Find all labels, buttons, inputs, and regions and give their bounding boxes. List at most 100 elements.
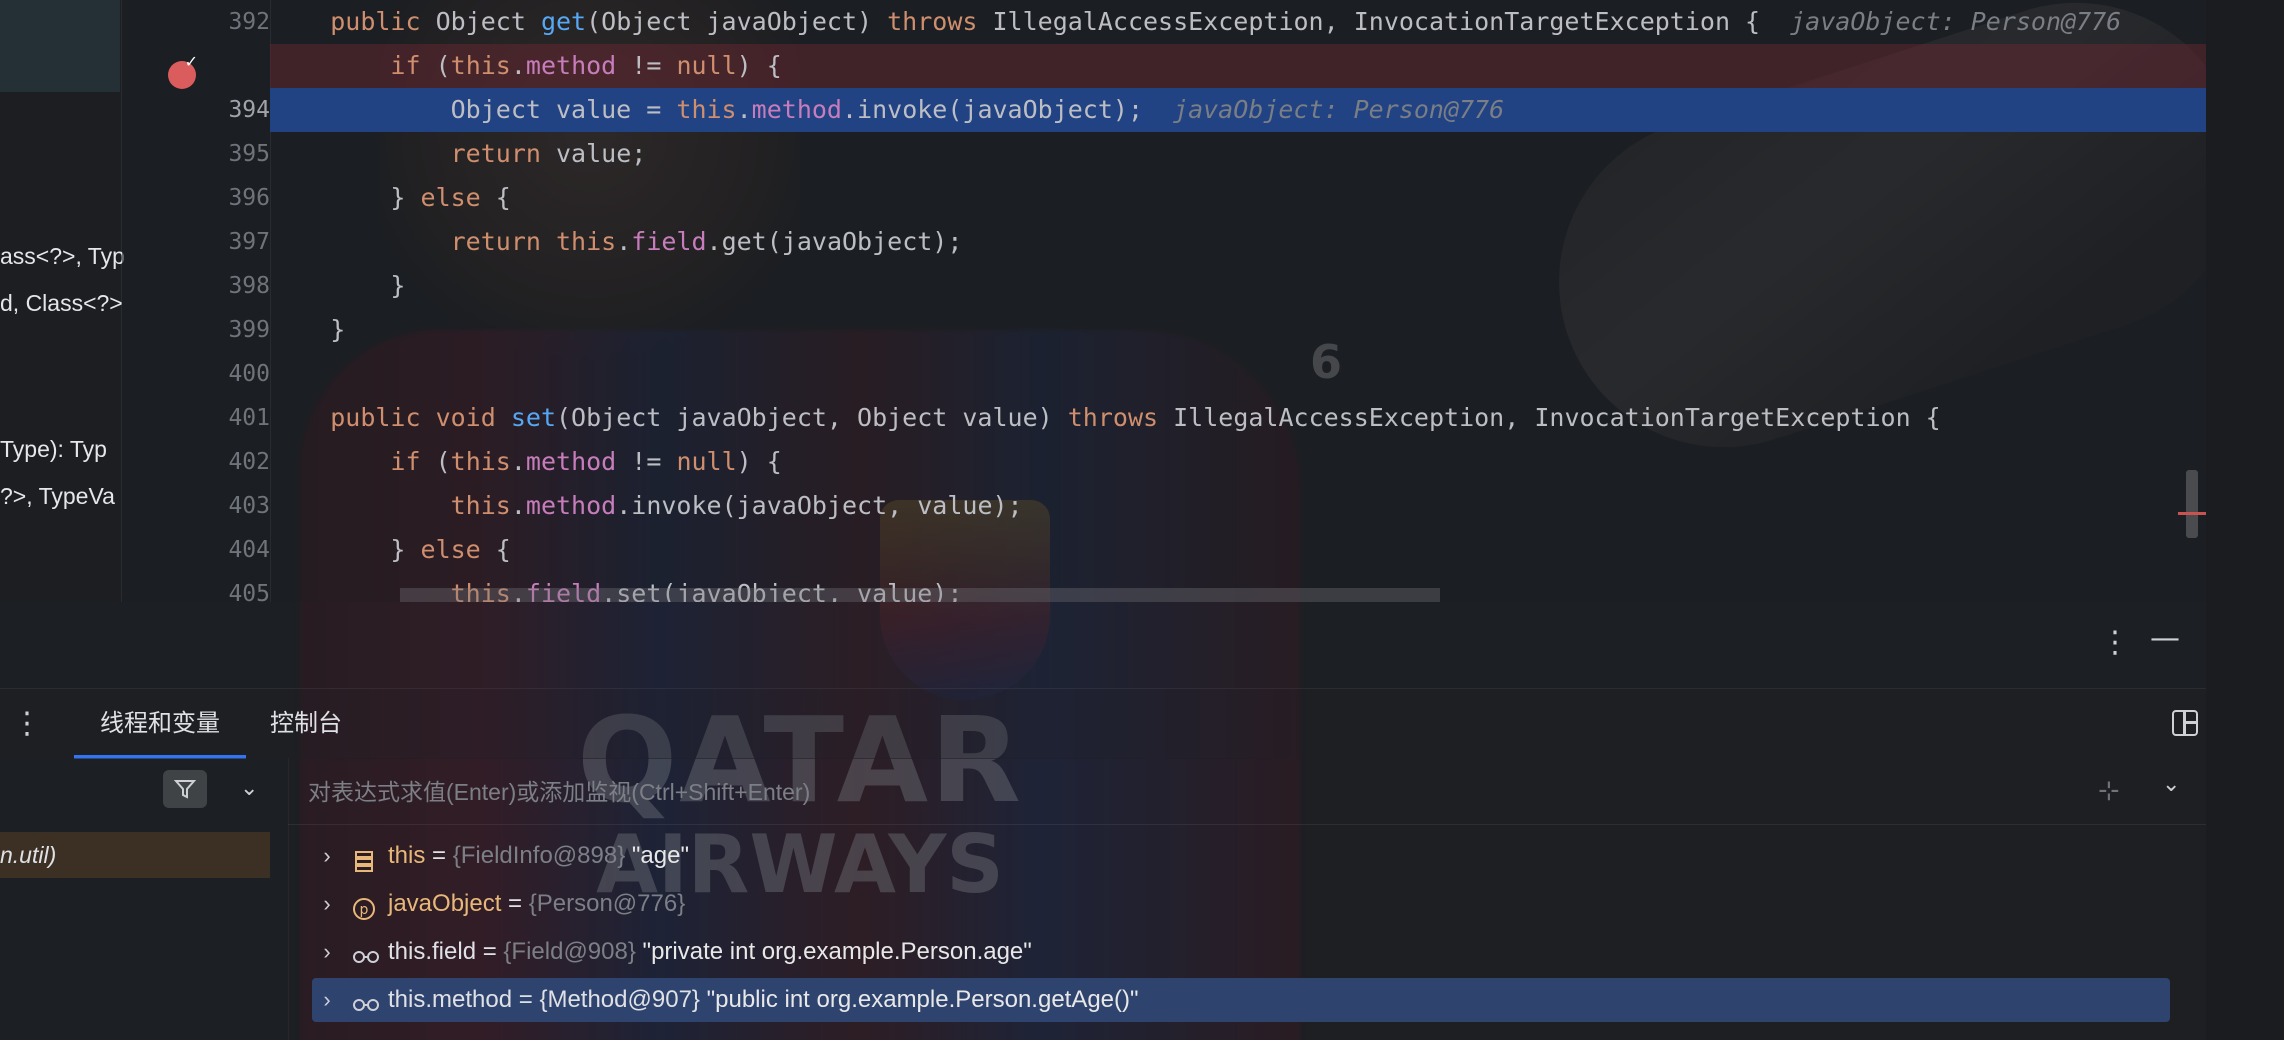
code-token: this xyxy=(555,227,617,256)
code-token: ) { xyxy=(736,447,782,476)
line-number[interactable]: 394 xyxy=(180,88,270,132)
line-number[interactable]: 401 xyxy=(180,396,270,440)
code-token: method xyxy=(751,95,842,124)
code-line[interactable]: } else { xyxy=(270,176,2206,220)
line-number[interactable]: 392 xyxy=(180,0,270,44)
code-token: . xyxy=(510,51,526,80)
code-editor[interactable]: 392 394 395 396 397 398 399 400 401 402 403 404 405 … xyxy=(122,0,2206,602)
expand-chevron-icon[interactable]: › xyxy=(312,978,342,1022)
evaluate-expression-input[interactable] xyxy=(306,770,2070,814)
code-token: ( xyxy=(435,51,451,80)
code-token: (Object javaObject) xyxy=(586,7,888,36)
watch-glasses-icon xyxy=(352,940,379,964)
code-token: get xyxy=(540,7,587,36)
variable-row[interactable]: › p javaObject = {Person@776} xyxy=(312,882,2170,926)
line-number[interactable]: 397 xyxy=(180,220,270,264)
code-line[interactable]: if (this.method != null) { xyxy=(270,440,2206,484)
line-number[interactable]: 405 xyxy=(180,572,270,602)
code-token: throws xyxy=(1067,403,1174,432)
code-line[interactable]: this.method.invoke(javaObject, value); xyxy=(270,484,2206,528)
line-number[interactable]: 398 xyxy=(180,264,270,308)
chevron-down-icon[interactable]: ⌄ xyxy=(2162,772,2180,797)
code-token: throws xyxy=(887,7,993,36)
line-number[interactable]: 395 xyxy=(180,132,270,176)
code-line[interactable]: if (this.method != null) { xyxy=(270,44,2206,88)
structure-item[interactable]: Type): Typ xyxy=(0,436,107,463)
code-token: field xyxy=(631,227,707,256)
structure-item[interactable]: d, Class<?> xyxy=(0,290,123,317)
add-watch-icon[interactable]: ⊹ xyxy=(2098,776,2120,806)
filter-icon xyxy=(173,780,197,799)
code-line[interactable]: } xyxy=(270,308,2206,352)
tab-console[interactable]: 控制台 xyxy=(270,689,342,759)
layout-settings-icon[interactable] xyxy=(2172,710,2198,736)
debug-tool-window-header: ⋮ — xyxy=(0,602,2206,688)
code-token: else xyxy=(420,183,496,212)
variable-value: "private int org.example.Person.age" xyxy=(635,938,1032,965)
frame-item[interactable]: n.util) xyxy=(0,832,270,878)
code-line[interactable]: public void set(Object javaObject, Objec… xyxy=(270,396,2206,440)
variable-type: {Method@907} xyxy=(539,986,700,1013)
code-token: return xyxy=(450,139,556,168)
variable-row[interactable]: › this = {FieldInfo@898} "age" xyxy=(312,834,2170,878)
line-number[interactable]: 400 xyxy=(180,352,270,396)
code-token: != xyxy=(616,51,677,80)
variables-pane: ⊹ ⌄ › this = {FieldInfo@898} "age" › p javaO… xyxy=(288,758,2206,1040)
tab-threads-variables[interactable]: 线程和变量 xyxy=(74,689,246,759)
vertical-scrollbar-thumb[interactable] xyxy=(2186,470,2198,538)
variable-text: this = {FieldInfo@898} "age" xyxy=(388,834,689,878)
minimize-icon[interactable]: — xyxy=(2150,624,2180,654)
chevron-down-icon[interactable]: ⌄ xyxy=(240,776,258,801)
code-token: Object xyxy=(435,7,541,36)
more-options-icon[interactable]: ⋮ xyxy=(2100,628,2130,658)
variable-name: this.field xyxy=(388,938,477,965)
line-number-gutter[interactable]: 392 394 395 396 397 398 399 400 401 402 403 404 405 xyxy=(122,0,270,602)
expand-chevron-icon[interactable]: › xyxy=(312,882,342,926)
horizontal-scrollbar[interactable] xyxy=(400,588,1440,602)
expand-chevron-icon[interactable]: › xyxy=(312,930,342,974)
code-line[interactable]: } xyxy=(270,264,2206,308)
code-line[interactable]: return value; xyxy=(270,132,2206,176)
variable-type: {FieldInfo@898} xyxy=(452,842,626,869)
code-token: null xyxy=(676,447,737,476)
breakpoint-icon[interactable] xyxy=(168,52,198,89)
equals-sign: = xyxy=(425,842,453,869)
code-line[interactable] xyxy=(270,352,2206,396)
code-token: } xyxy=(270,183,421,212)
code-line[interactable]: public Object get(Object javaObject) thr… xyxy=(270,0,2206,44)
filter-button[interactable] xyxy=(163,770,207,808)
variable-row[interactable]: › this.field = {Field@908} "private int o… xyxy=(312,930,2170,974)
line-number[interactable]: 396 xyxy=(180,176,270,220)
evaluate-expression-bar: ⊹ ⌄ xyxy=(288,758,2206,825)
expand-chevron-icon[interactable]: › xyxy=(312,834,342,878)
code-line[interactable]: Object value = this.method.invoke(javaOb… xyxy=(270,88,2206,132)
code-token: { xyxy=(495,535,511,564)
error-stripe-mark[interactable] xyxy=(2178,512,2206,515)
code-line[interactable]: return this.field.get(javaObject); xyxy=(270,220,2206,264)
line-number[interactable]: 402 xyxy=(180,440,270,484)
code-area[interactable]: public Object get(Object javaObject) thr… xyxy=(270,0,2206,602)
line-number[interactable]: 403 xyxy=(180,484,270,528)
variable-name: this xyxy=(388,842,426,869)
code-token: } xyxy=(270,535,421,564)
code-token: (Object javaObject, Object value) xyxy=(556,403,1068,432)
line-number[interactable]: 404 xyxy=(180,528,270,572)
parameter-icon: p xyxy=(352,892,376,920)
code-token: . xyxy=(510,447,526,476)
variable-row[interactable]: › this.method = {Method@907} "public int … xyxy=(312,978,2170,1022)
variable-name: this.method xyxy=(388,986,513,1013)
line-number[interactable]: 399 xyxy=(180,308,270,352)
inline-value-hint: javaObject: Person@776 xyxy=(1790,7,2122,36)
code-token: } xyxy=(270,271,406,300)
structure-item[interactable]: ass<?>, Typ xyxy=(0,243,125,270)
code-line[interactable]: } else { xyxy=(270,528,2206,572)
structure-panel: ass<?>, Typ d, Class<?> Type): Typ ?>, T… xyxy=(0,0,125,602)
more-options-icon[interactable]: ⋮ xyxy=(12,709,42,739)
variable-type: {Person@776} xyxy=(528,890,686,917)
structure-item[interactable]: ?>, TypeVa xyxy=(0,483,115,510)
